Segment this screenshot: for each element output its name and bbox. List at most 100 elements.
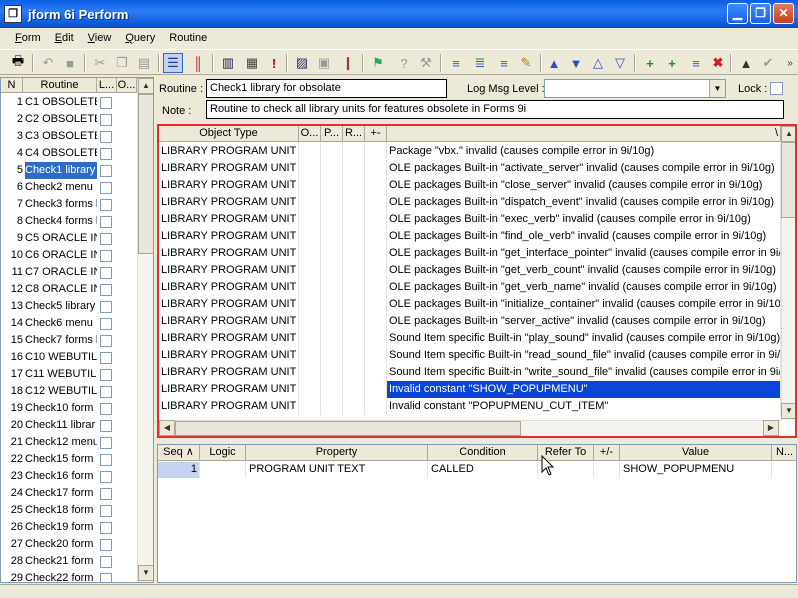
routine-name[interactable]: Check1 library (25, 162, 97, 179)
cell-object-type[interactable]: LIBRARY PROGRAM UNIT (159, 245, 299, 262)
scroll-up-icon[interactable]: ▲ (138, 78, 153, 94)
col-header-o[interactable]: O... (117, 78, 137, 93)
cell-plus-minus[interactable] (365, 143, 387, 160)
cell-o[interactable] (299, 262, 321, 279)
cell-o[interactable] (299, 347, 321, 364)
list-item[interactable]: 24 Check17 form (1, 485, 137, 502)
run-icon[interactable]: ❙ (338, 53, 358, 73)
col-header-description[interactable]: \ (387, 126, 781, 142)
copy-record-icon[interactable]: ≡ (686, 53, 706, 73)
cell-o[interactable] (299, 381, 321, 398)
cell-plus-minus[interactable] (365, 160, 387, 177)
list-item[interactable]: 21 Check12 menu (1, 434, 137, 451)
table-row[interactable]: LIBRARY PROGRAM UNIT Invalid constant "SH… (159, 381, 781, 398)
routine-name[interactable]: C12 WEBUTIL (25, 383, 97, 400)
cell-logic[interactable] (200, 462, 246, 478)
cell-plus-minus[interactable] (594, 462, 620, 478)
scroll-up-icon[interactable]: ▲ (781, 126, 795, 142)
col-header-r[interactable]: R... (343, 126, 365, 142)
accept-icon[interactable]: ✔ (758, 53, 778, 73)
routine-name[interactable]: Check6 menu (25, 315, 97, 332)
table-row[interactable]: LIBRARY PROGRAM UNIT Sound Item specific … (159, 347, 781, 364)
routine-list-scrollbar[interactable]: ▲ ▼ (137, 78, 153, 582)
list-item[interactable]: 25 Check18 form (1, 502, 137, 519)
list-item[interactable]: 16 C10 WEBUTIL (1, 349, 137, 366)
routine-name[interactable]: Check16 form (25, 468, 97, 485)
table-row[interactable]: LIBRARY PROGRAM UNIT OLE packages Built-i… (159, 313, 781, 330)
cell-p[interactable] (321, 296, 343, 313)
help-icon[interactable]: ? (394, 53, 414, 73)
col-header-plus-minus[interactable]: +- (365, 126, 387, 142)
cell-r[interactable] (343, 381, 365, 398)
list-item[interactable]: 6 Check2 menu (1, 179, 137, 196)
cell-plus-minus[interactable] (365, 194, 387, 211)
col-header-property[interactable]: Property (246, 445, 428, 461)
col-header-n[interactable]: N... (772, 445, 796, 461)
routine-checkbox[interactable] (100, 539, 112, 551)
routine-name[interactable]: Check5 library (25, 298, 97, 315)
list-view-icon[interactable]: ☰ (163, 53, 183, 73)
menu-routine[interactable]: Routine (162, 32, 214, 44)
cell-r[interactable] (343, 313, 365, 330)
list-item[interactable]: 17 C11 WEBUTIL (1, 366, 137, 383)
cell-o[interactable] (299, 330, 321, 347)
menu-form[interactable]: Form (8, 32, 48, 44)
grid-horizontal-scrollbar[interactable]: ◀ ▶ (159, 420, 781, 436)
chevron-down-icon[interactable]: ▼ (709, 80, 725, 97)
cell-description[interactable]: OLE packages Built-in "activate_server" … (387, 160, 781, 177)
routine-checkbox[interactable] (100, 250, 112, 262)
cell-description[interactable]: OLE packages Built-in "get_verb_count" i… (387, 262, 781, 279)
routine-checkbox[interactable] (100, 301, 112, 313)
cell-plus-minus[interactable] (365, 364, 387, 381)
cell-object-type[interactable]: LIBRARY PROGRAM UNIT (159, 177, 299, 194)
table-row[interactable]: LIBRARY PROGRAM UNIT Sound Item specific … (159, 364, 781, 381)
cell-r[interactable] (343, 228, 365, 245)
cell-r[interactable] (343, 398, 365, 415)
cell-description[interactable]: Sound Item specific Built-in "read_sound… (387, 347, 781, 364)
routine-checkbox[interactable] (100, 403, 112, 415)
routine-checkbox[interactable] (100, 573, 112, 582)
save-icon[interactable]: ■ (60, 53, 80, 73)
col-header-plus-minus[interactable]: +/- (594, 445, 620, 461)
cell-o[interactable] (299, 296, 321, 313)
cell-p[interactable] (321, 143, 343, 160)
cell-object-type[interactable]: LIBRARY PROGRAM UNIT (159, 398, 299, 415)
cell-plus-minus[interactable] (365, 398, 387, 415)
col-header-logic[interactable]: Logic (200, 445, 246, 461)
table-row[interactable]: 1 PROGRAM UNIT TEXT CALLED SHOW_POPUPMEN… (158, 462, 796, 479)
cell-o[interactable] (299, 177, 321, 194)
cell-r[interactable] (343, 194, 365, 211)
routine-checkbox[interactable] (100, 454, 112, 466)
cell-o[interactable] (299, 364, 321, 381)
cell-r[interactable] (343, 347, 365, 364)
routine-checkbox[interactable] (100, 335, 112, 347)
col-header-object-type[interactable]: Object Type (159, 126, 299, 142)
cell-object-type[interactable]: LIBRARY PROGRAM UNIT (159, 194, 299, 211)
cell-description[interactable]: OLE packages Built-in "exec_verb" invali… (387, 211, 781, 228)
col-header-o[interactable]: O... (299, 126, 321, 142)
table-row[interactable]: LIBRARY PROGRAM UNIT OLE packages Built-i… (159, 228, 781, 245)
routine-name[interactable]: C7 ORACLE IN (25, 264, 97, 281)
col-header-p[interactable]: P... (321, 126, 343, 142)
routine-checkbox[interactable] (100, 114, 112, 126)
routine-checkbox[interactable] (100, 352, 112, 364)
cell-r[interactable] (343, 330, 365, 347)
routine-checkbox[interactable] (100, 182, 112, 194)
routine-checkbox[interactable] (100, 148, 112, 160)
list-item[interactable]: 3 C3 OBSOLETE (1, 128, 137, 145)
cell-r[interactable] (343, 245, 365, 262)
routine-checkbox[interactable] (100, 267, 112, 279)
cell-seq[interactable]: 1 (158, 462, 200, 478)
cell-p[interactable] (321, 160, 343, 177)
cell-condition[interactable]: CALLED (428, 462, 538, 478)
cell-object-type[interactable]: LIBRARY PROGRAM UNIT (159, 364, 299, 381)
routine-checkbox[interactable] (100, 386, 112, 398)
cell-object-type[interactable]: LIBRARY PROGRAM UNIT (159, 262, 299, 279)
cell-n[interactable] (772, 462, 796, 478)
cell-description[interactable]: Sound Item specific Built-in "write_soun… (387, 364, 781, 381)
grid-check-icon[interactable]: ≡ (494, 53, 514, 73)
delete-record-icon[interactable]: ✖ (708, 53, 728, 73)
cell-description[interactable]: OLE packages Built-in "find_ole_verb" in… (387, 228, 781, 245)
list-item[interactable]: 29 Check22 form (1, 570, 137, 582)
list-item[interactable]: 5 Check1 library (1, 162, 137, 179)
